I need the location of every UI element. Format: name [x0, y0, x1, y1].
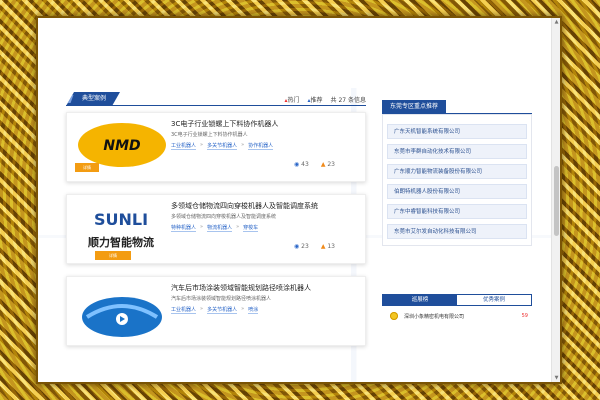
- result-count: 共 27 条信息: [330, 97, 366, 104]
- case-tags: 特种机器人 » 物流机器人 » 穿梭车: [171, 224, 259, 232]
- tab-exhibition-ranking[interactable]: 巡展榜: [383, 295, 457, 305]
- scrollbar-thumb[interactable]: [554, 166, 559, 236]
- case-title[interactable]: 汽车后市场涂装领域智能规划路径喷涂机器人: [171, 283, 311, 293]
- company-link[interactable]: 广东天机智能系统有限公司: [387, 124, 527, 139]
- tag-link[interactable]: 穿梭车: [243, 224, 259, 232]
- case-description: 3C电子行业锁螺上下料协作机器人: [171, 132, 248, 138]
- ranking-row[interactable]: 深圳小象精密机电有限公司 59: [382, 310, 532, 322]
- section-title: 典型案例: [66, 92, 120, 106]
- case-card[interactable]: NMD 详情 3C电子行业锁螺上下料协作机器人 3C电子行业锁螺上下料协作机器人…: [66, 112, 366, 182]
- tag-separator: »: [200, 306, 204, 312]
- views-stat: ◉ 43: [294, 161, 309, 168]
- scroll-up-icon[interactable]: ▲: [553, 19, 560, 25]
- ranking-score: 59: [521, 313, 528, 319]
- tag-link[interactable]: 喷涂: [248, 306, 259, 314]
- tag-link[interactable]: 物流机器人: [207, 224, 233, 232]
- detail-button[interactable]: 详情: [75, 163, 99, 172]
- tag-separator: »: [236, 224, 240, 230]
- eye-icon: ◉: [294, 161, 300, 168]
- brand-logo-nmd: NMD: [103, 138, 140, 154]
- tag-link[interactable]: 多关节机器人: [207, 142, 238, 150]
- tab-excellent-cases[interactable]: 优秀案例: [457, 295, 531, 305]
- fire-icon: ▲: [320, 243, 326, 250]
- company-link[interactable]: 东莞市艾尔发自动化科技有限公司: [387, 224, 527, 239]
- company-link[interactable]: 东莞市李群自动化技术有限公司: [387, 144, 527, 159]
- webpage-canvas: ▲ ▼ 典型案例 ▴热门 ▴推荐 共 27 条信息 NMD 详情 3C电子行业锁…: [38, 18, 560, 382]
- case-card[interactable]: 汽车后市场涂装领域智能规划路径喷涂机器人 汽车后市场涂装领域智能规划路径喷涂机器…: [66, 276, 366, 346]
- company-link[interactable]: 广东顺力智能物流装备股份有限公司: [387, 164, 527, 179]
- filter-hot[interactable]: ▴热门: [284, 95, 299, 104]
- detail-button[interactable]: 详情: [95, 251, 131, 260]
- company-list: 广东天机智能系统有限公司 东莞市李群自动化技术有限公司 广东顺力智能物流装备股份…: [382, 114, 532, 246]
- case-list-header: 典型案例 ▴热门 ▴推荐 共 27 条信息: [66, 92, 366, 106]
- filter-recommend[interactable]: ▴推荐: [308, 95, 323, 104]
- case-title[interactable]: 3C电子行业锁螺上下料协作机器人: [171, 119, 278, 129]
- views-stat: ◉ 23: [294, 243, 309, 250]
- tag-separator: »: [200, 142, 204, 148]
- gold-medal-icon: [390, 312, 398, 320]
- case-title[interactable]: 多领域仓储物流四向穿梭机器人及智能调度系统: [171, 201, 318, 211]
- ranking-tabs: 巡展榜 优秀案例: [382, 294, 532, 306]
- tag-separator: »: [200, 224, 204, 230]
- scroll-down-icon[interactable]: ▼: [553, 375, 560, 381]
- tag-link[interactable]: 工业机器人: [171, 142, 197, 150]
- company-link[interactable]: 广东中睿智能科技有限公司: [387, 204, 527, 219]
- ranking-company[interactable]: 深圳小象精密机电有限公司: [404, 313, 464, 320]
- vertical-scrollbar[interactable]: ▲ ▼: [551, 18, 560, 382]
- likes-stat: ▲ 13: [320, 243, 335, 250]
- tag-separator: »: [241, 142, 245, 148]
- company-link[interactable]: 伯朗特机器人股份有限公司: [387, 184, 527, 199]
- tag-link[interactable]: 多关节机器人: [207, 306, 238, 314]
- tag-link[interactable]: 特种机器人: [171, 224, 197, 232]
- case-list-section: 典型案例 ▴热门 ▴推荐 共 27 条信息 NMD 详情 3C电子行业锁螺上下料…: [66, 92, 366, 346]
- case-description: 汽车后市场涂装领域智能规划路径喷涂机器人: [171, 296, 272, 302]
- eye-icon: ◉: [294, 243, 300, 250]
- tag-link[interactable]: 协作机器人: [248, 142, 274, 150]
- recommend-title: 东莞专区重点推荐: [382, 100, 447, 114]
- case-stats: ◉ 23 ▲ 13: [294, 243, 335, 250]
- filter-bar: ▴热门 ▴推荐 共 27 条信息: [284, 95, 366, 104]
- case-tags: 工业机器人 » 多关节机器人 » 协作机器人: [171, 142, 274, 150]
- likes-stat: ▲ 23: [320, 161, 335, 168]
- case-stats: ◉ 43 ▲ 23: [294, 161, 335, 168]
- brand-logo-sunli-cn: 顺力智能物流: [88, 235, 154, 249]
- tag-separator: »: [241, 306, 245, 312]
- case-description: 多领域仓储物流四向穿梭机器人及智能调度系统: [171, 214, 277, 220]
- tag-link[interactable]: 工业机器人: [171, 306, 197, 314]
- recommend-panel: 东莞专区重点推荐 广东天机智能系统有限公司 东莞市李群自动化技术有限公司 广东顺…: [382, 100, 532, 246]
- case-card[interactable]: SUNLI 顺力智能物流 详情 多领域仓储物流四向穿梭机器人及智能调度系统 多领…: [66, 194, 366, 264]
- case-thumbnail[interactable]: SUNLI 顺力智能物流: [75, 203, 169, 257]
- case-tags: 工业机器人 » 多关节机器人 » 喷涂: [171, 306, 259, 314]
- recommend-header: 东莞专区重点推荐: [382, 100, 532, 114]
- brand-logo-sunli: SUNLI: [94, 210, 148, 229]
- case-thumbnail[interactable]: [75, 285, 169, 339]
- fire-icon: ▲: [320, 161, 326, 168]
